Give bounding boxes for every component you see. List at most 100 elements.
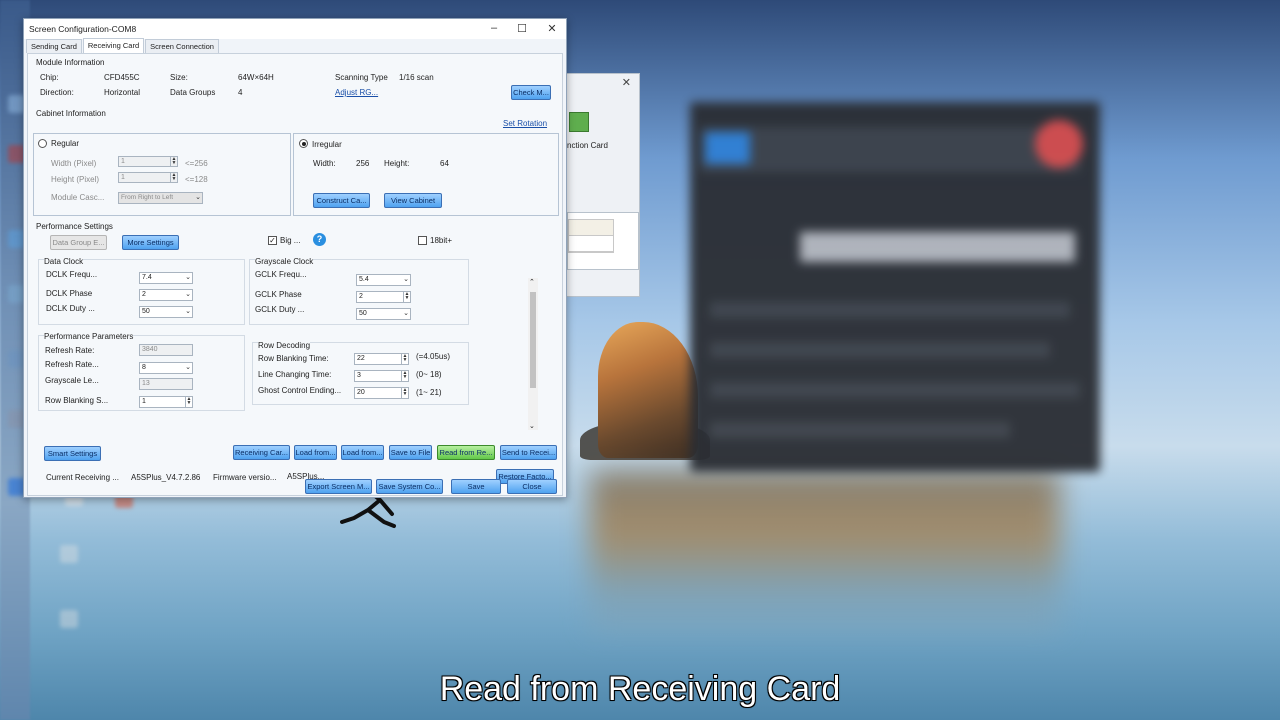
- help-icon[interactable]: ?: [313, 233, 326, 246]
- construct-cabinet-button[interactable]: Construct Ca...: [313, 193, 370, 208]
- smart-settings-button[interactable]: Smart Settings: [44, 446, 101, 461]
- water-reflection: [590, 470, 1060, 630]
- save-system-config-button[interactable]: Save System Co...: [376, 479, 443, 494]
- width-pixel-input[interactable]: 1 ▲ ▼: [118, 156, 178, 167]
- maximize-icon[interactable]: ☐: [513, 22, 531, 35]
- export-screen-button[interactable]: Export Screen M...: [305, 479, 372, 494]
- refresh-rate-label: Refresh Rate:: [45, 346, 95, 355]
- data-groups-label: Data Groups: [170, 88, 216, 97]
- grayscale-level-label: Grayscale Le...: [45, 376, 99, 385]
- direction-label: Direction:: [40, 88, 74, 97]
- view-cabinet-button[interactable]: View Cabinet: [384, 193, 442, 208]
- more-settings-button[interactable]: More Settings: [122, 235, 179, 250]
- window-title: Screen Configuration-COM8: [29, 24, 137, 34]
- scroll-down-icon[interactable]: ⌄: [529, 422, 535, 430]
- list-box: [567, 212, 639, 270]
- ghost-control-ending-note: (1~ 21): [416, 388, 442, 397]
- tab-receiving-card[interactable]: Receiving Card: [82, 38, 145, 53]
- regular-cabinet-section: Regular Width (Pixel) 1 ▲ ▼ <=256 Height (…: [33, 133, 291, 216]
- minimize-icon[interactable]: –: [485, 22, 503, 34]
- save-button[interactable]: Save: [451, 479, 501, 494]
- size-label: Size:: [170, 73, 188, 82]
- data-clock-section: Data Clock DCLK Frequ... 7.4 ⌄ DCLK Phase…: [38, 257, 245, 325]
- desktop-icon[interactable]: [60, 610, 78, 628]
- dclk-frequency-select[interactable]: 7.4 ⌄: [139, 272, 193, 284]
- module-info-header: Module Information: [36, 58, 105, 67]
- load-from-button-2[interactable]: Load from...: [341, 445, 384, 460]
- dclk-duty-label: DCLK Duty ...: [46, 304, 95, 313]
- close-button[interactable]: Close: [507, 479, 557, 494]
- read-from-receiving-card-button[interactable]: Read from Re...: [437, 445, 495, 460]
- refresh-rate-select-label: Refresh Rate...: [45, 360, 99, 369]
- refresh-rate-select[interactable]: 8 ⌄: [139, 362, 193, 374]
- irregular-cabinet-section: Irregular Width: 256 Height: 64 Construc…: [293, 133, 559, 216]
- check-module-button[interactable]: Check M...: [511, 85, 551, 100]
- irregular-height-label: Height:: [384, 159, 410, 168]
- big-checkbox[interactable]: ✓: [268, 236, 277, 245]
- width-limit: <=256: [185, 159, 208, 168]
- dclk-phase-label: DCLK Phase: [46, 289, 93, 298]
- tab-sending-card[interactable]: Sending Card: [26, 39, 82, 53]
- big-label: Big ...: [280, 236, 301, 245]
- save-to-file-button[interactable]: Save to File: [389, 445, 432, 460]
- irregular-width-value: 256: [356, 159, 370, 168]
- row-blanking-setting-input[interactable]: 1 ▲ ▼: [139, 396, 193, 408]
- gclk-phase-label: GCLK Phase: [255, 290, 302, 299]
- load-from-button[interactable]: Load from...: [294, 445, 337, 460]
- grayscale-clock-section: Grayscale Clock GCLK Frequ... 5.4 ⌄ GCLK …: [249, 257, 469, 325]
- gclk-duty-label: GCLK Duty ...: [255, 305, 305, 314]
- send-to-receiving-card-button[interactable]: Send to Recei...: [500, 445, 557, 460]
- scanning-type-label: Scanning Type: [335, 73, 388, 82]
- receiving-card-button[interactable]: Receiving Car...: [233, 445, 290, 460]
- chip-label: Chip:: [40, 73, 59, 82]
- close-icon[interactable]: ✕: [543, 22, 561, 35]
- title-bar: Screen Configuration-COM8 – ☐ ✕: [24, 19, 566, 39]
- grayscale-level-value: 13: [139, 378, 193, 390]
- current-receiving-label: Current Receiving ...: [46, 473, 119, 482]
- height-pixel-label: Height (Pixel): [51, 175, 100, 184]
- ghost-control-ending-input[interactable]: 20 ▲ ▼: [354, 387, 409, 399]
- module-cascade-label: Module Casc...: [51, 193, 105, 202]
- performance-parameters-header: Performance Parameters: [44, 332, 134, 341]
- irregular-radio[interactable]: [299, 139, 308, 148]
- adjust-rg-link[interactable]: Adjust RG...: [335, 88, 378, 97]
- height-limit: <=128: [185, 175, 208, 184]
- 18bit-checkbox[interactable]: [418, 236, 427, 245]
- irregular-width-label: Width:: [313, 159, 336, 168]
- scrollbar-thumb[interactable]: [530, 292, 536, 388]
- app-icon: [569, 112, 589, 132]
- module-cascade-select[interactable]: From Right to Left ⌄: [118, 192, 203, 204]
- function-card-label: nction Card: [567, 141, 608, 150]
- dclk-duty-select[interactable]: 50 ⌄: [139, 306, 193, 318]
- screen-configuration-dialog: Screen Configuration-COM8 – ☐ ✕ Sending …: [23, 18, 567, 498]
- data-group-button[interactable]: Data Group E...: [50, 235, 107, 250]
- line-changing-time-input[interactable]: 3 ▲ ▼: [354, 370, 409, 382]
- data-groups-value: 4: [238, 88, 243, 97]
- ghost-control-ending-label: Ghost Control Ending...: [258, 386, 342, 395]
- set-rotation-link[interactable]: Set Rotation: [503, 119, 547, 128]
- row-blanking-time-input[interactable]: 22 ▲ ▼: [354, 353, 409, 365]
- gclk-frequency-select[interactable]: 5.4 ⌄: [356, 274, 411, 286]
- line-changing-time-note: (0~ 18): [416, 370, 442, 379]
- current-receiving-value: A5SPlus_V4.7.2.86: [131, 473, 201, 482]
- irregular-label: Irregular: [312, 140, 342, 149]
- tab-screen-connection[interactable]: Screen Connection: [145, 39, 219, 53]
- scroll-up-icon[interactable]: ⌃: [529, 278, 535, 286]
- dclk-phase-select[interactable]: 2 ⌄: [139, 289, 193, 301]
- runner-figure: [340, 492, 396, 528]
- regular-radio[interactable]: [38, 139, 47, 148]
- performance-scrollbar[interactable]: ⌃ ⌄: [528, 278, 538, 430]
- gclk-duty-select[interactable]: 50 ⌄: [356, 308, 411, 320]
- irregular-height-value: 64: [440, 159, 449, 168]
- firmware-version-label: Firmware versio...: [213, 473, 277, 482]
- gclk-phase-input[interactable]: 2 ▲ ▼: [356, 291, 411, 303]
- close-icon[interactable]: ✕: [622, 76, 631, 89]
- height-pixel-input[interactable]: 1 ▲ ▼: [118, 172, 178, 183]
- desktop-icon[interactable]: [60, 545, 78, 563]
- receiving-card-panel: Module Information Chip: CFD455C Size: 6…: [27, 53, 563, 496]
- refresh-rate-value: 3840: [139, 344, 193, 356]
- chip-value: CFD455C: [104, 73, 140, 82]
- direction-value: Horizontal: [104, 88, 141, 97]
- secondary-window[interactable]: ✕ nction Card: [566, 73, 640, 297]
- dclk-frequency-label: DCLK Frequ...: [46, 270, 98, 279]
